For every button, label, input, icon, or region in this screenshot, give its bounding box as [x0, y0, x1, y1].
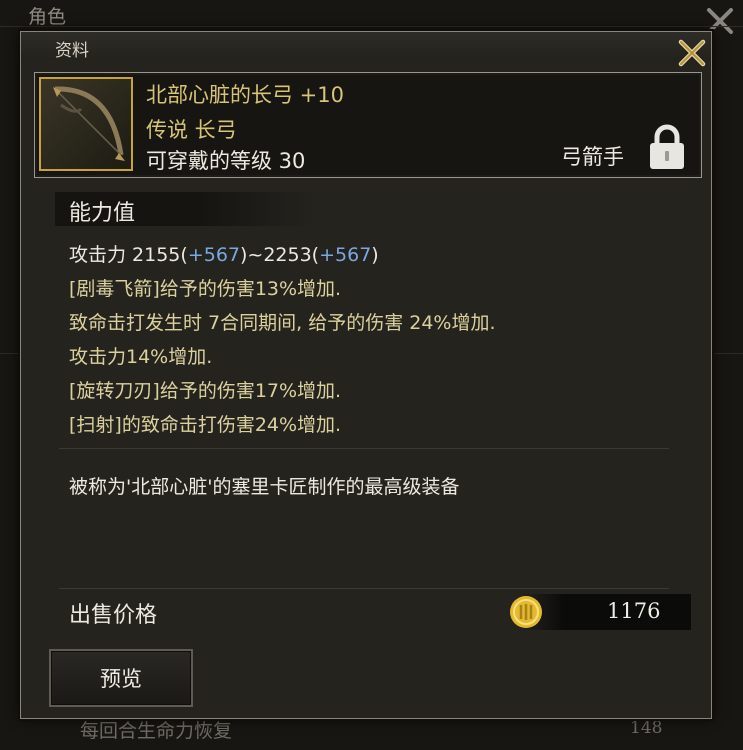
attack-stat-text: 攻击力 2155( — [69, 244, 188, 266]
stats-section-header: 能力值 — [55, 192, 315, 226]
preview-button[interactable]: 预览 — [49, 649, 193, 707]
longbow-icon[interactable] — [39, 77, 133, 171]
attack-stat-text: )~2253( — [240, 244, 320, 266]
item-level-requirement: 可穿戴的等级 30 — [146, 149, 306, 173]
gold-coin-icon — [510, 596, 542, 628]
item-class: 弓箭手 — [561, 145, 624, 169]
background-stat-value: 148 — [630, 718, 663, 738]
item-header: 北部心脏的长弓 +10 传说 长弓 可穿戴的等级 30 弓箭手 — [34, 72, 702, 178]
close-icon[interactable] — [675, 36, 709, 70]
item-name: 北部心脏的长弓 +10 — [146, 83, 344, 107]
background-stat-label: 每回合生命力恢复 — [80, 720, 233, 742]
attack-stat-text: ) — [371, 244, 379, 266]
attack-stat: 攻击力 2155(+567)~2253(+567) — [69, 238, 496, 272]
panel-title: 资料 — [55, 41, 89, 61]
attack-bonus-max: +567 — [319, 244, 372, 266]
sell-price-value: 1176 — [607, 599, 661, 623]
stat-line: [旋转刀刃]给予的伤害17%增加. — [69, 380, 342, 402]
lock-icon[interactable] — [646, 123, 688, 171]
background-window-title: 角色 — [28, 6, 67, 28]
stat-line: 攻击力14%增加. — [69, 346, 213, 368]
stats-list: 攻击力 2155(+567)~2253(+567) [剧毒飞箭]给予的伤害13%… — [69, 238, 496, 442]
divider — [59, 448, 669, 449]
stat-line: [剧毒飞箭]给予的伤害13%增加. — [69, 278, 342, 300]
stats-section-title: 能力值 — [69, 201, 136, 226]
stat-line: 致命击打发生时 7合同期间, 给予的伤害 24%增加. — [69, 312, 496, 334]
sell-price-label: 出售价格 — [69, 603, 158, 628]
sell-price-bar — [521, 594, 691, 630]
divider — [59, 588, 669, 589]
item-grade: 传说 长弓 — [146, 118, 237, 142]
item-info-panel: 资料 北部心脏的长弓 +10 传说 长弓 可穿戴的等级 30 弓箭手 能力值 攻… — [20, 31, 712, 719]
item-description: 被称为'北部心脏'的塞里卡匠制作的最高级装备 — [69, 476, 460, 498]
attack-bonus-min: +567 — [187, 244, 240, 266]
panel-titlebar — [21, 32, 711, 60]
stat-line: [扫射]的致命击打伤害24%增加. — [69, 414, 342, 436]
background-divider — [0, 26, 743, 27]
